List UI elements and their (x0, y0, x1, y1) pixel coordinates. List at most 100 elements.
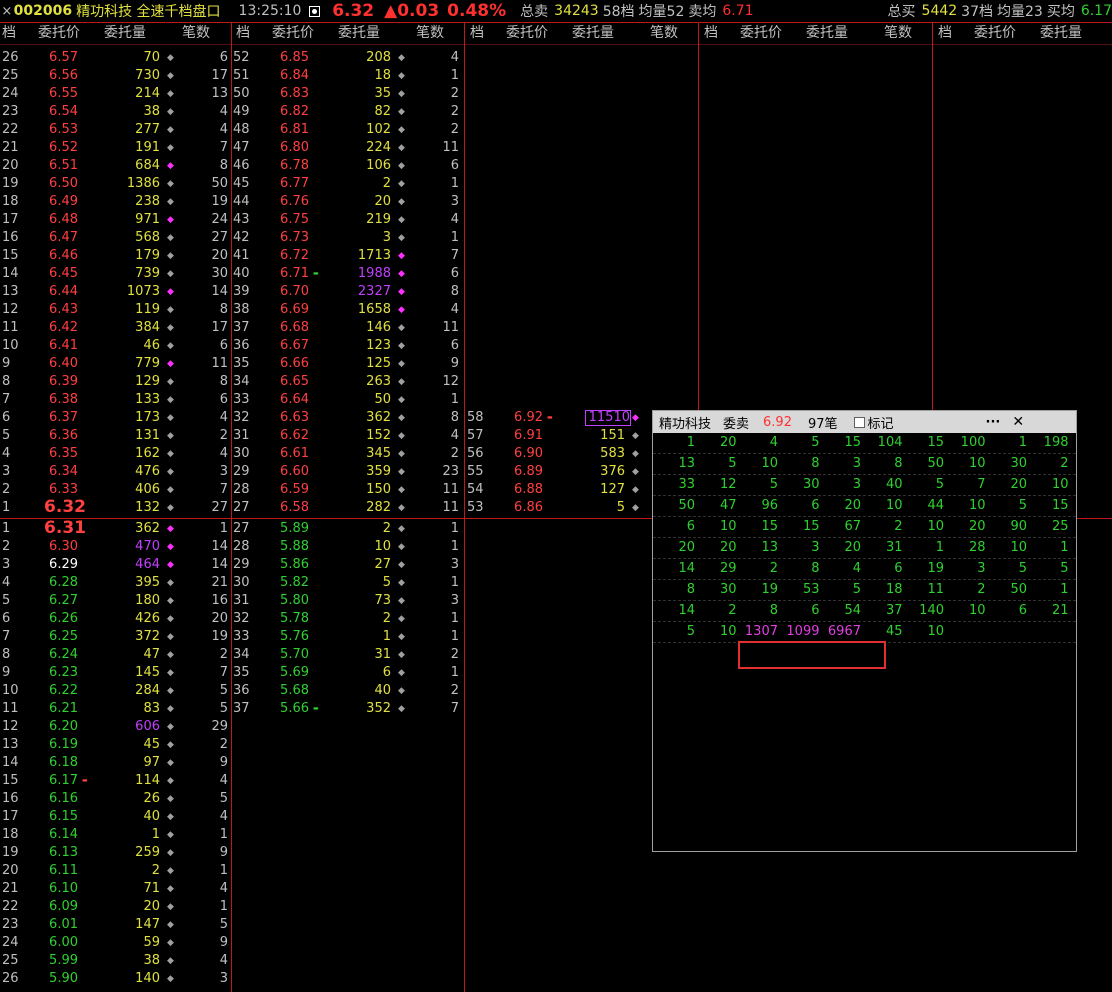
bid-row[interactable]: 10 6.22 284 ◆ 5 (2, 682, 232, 700)
detail-dot-icon[interactable]: ◆ (398, 355, 405, 373)
detail-dot-icon[interactable]: ◆ (167, 646, 174, 664)
detail-dot-icon[interactable]: ◆ (398, 463, 405, 481)
header-level[interactable]: 档 (704, 22, 718, 44)
ask-row[interactable]: 6 6.37 173 ◆ 4 (2, 409, 232, 427)
detail-dot-icon[interactable]: ◆ (167, 664, 174, 682)
header-price[interactable]: 委托价 (272, 22, 314, 44)
detail-dot-icon[interactable]: ◆ (398, 337, 405, 355)
detail-dot-icon[interactable]: ◆ (167, 898, 174, 916)
detail-dot-icon[interactable]: ◆ (398, 391, 405, 409)
ask-row[interactable]: 19 6.50 1386 ◆ 50 (2, 175, 232, 193)
detail-dot-icon[interactable]: ◆ (398, 121, 405, 139)
detail-dot-icon[interactable]: ◆ (398, 85, 405, 103)
popup-title-bar[interactable]: 精功科技 委卖 6.92 97笔 标记 ··· ✕ (653, 411, 1076, 433)
detail-dot-icon[interactable]: ◆ (167, 772, 174, 790)
detail-dot-icon[interactable]: ◆ (398, 193, 405, 211)
close-icon[interactable]: ✕ (1012, 414, 1024, 430)
order-detail-popup[interactable]: 精功科技 委卖 6.92 97笔 标记 ··· ✕ 1 20 4 5 15 104 15 10… (652, 410, 1077, 852)
detail-dot-icon[interactable]: ◆ (398, 520, 405, 538)
ask-row[interactable]: 11 6.42 384 ◆ 17 (2, 319, 232, 337)
detail-dot-icon[interactable]: ◆ (398, 247, 405, 265)
detail-dot-icon[interactable]: ◆ (167, 934, 174, 952)
detail-dot-icon[interactable]: ◆ (167, 610, 174, 628)
header-level[interactable]: 档 (470, 22, 484, 44)
bid-row[interactable]: 23 6.01 147 ◆ 5 (2, 916, 232, 934)
detail-dot-icon[interactable]: ◆ (632, 481, 639, 499)
detail-dot-icon[interactable]: ◆ (167, 952, 174, 970)
detail-dot-icon[interactable]: ◆ (167, 139, 174, 157)
bid-row[interactable]: 7 6.25 372 ◆ 19 (2, 628, 232, 646)
bid-row[interactable]: 33 5.76 1 ◆ 1 (233, 628, 463, 646)
bid-row[interactable]: 37 5.66 ▬ 352 ◆ 7 (233, 700, 463, 718)
ask-row[interactable]: 35 6.66 125 ◆ 9 (233, 355, 463, 373)
detail-dot-icon[interactable]: ◆ (632, 445, 639, 463)
detail-dot-icon[interactable]: ◆ (167, 916, 174, 934)
detail-dot-icon[interactable]: ◆ (167, 157, 174, 175)
ask-row[interactable]: 13 6.44 1073 ◆ 14 (2, 283, 232, 301)
bid-row[interactable]: 36 5.68 40 ◆ 2 (233, 682, 463, 700)
detail-dot-icon[interactable]: ◆ (398, 592, 405, 610)
ask-row[interactable]: 50 6.83 35 ◆ 2 (233, 85, 463, 103)
detail-dot-icon[interactable]: ◆ (167, 700, 174, 718)
detail-dot-icon[interactable]: ◆ (632, 499, 639, 517)
detail-dot-icon[interactable]: ◆ (167, 463, 174, 481)
detail-dot-icon[interactable]: ◆ (167, 445, 174, 463)
ask-row[interactable]: 43 6.75 219 ◆ 4 (233, 211, 463, 229)
ask-row[interactable]: 42 6.73 3 ◆ 1 (233, 229, 463, 247)
detail-dot-icon[interactable]: ◆ (398, 301, 405, 319)
ask-row[interactable]: 22 6.53 277 ◆ 4 (2, 121, 232, 139)
bid-row[interactable]: 24 6.00 59 ◆ 9 (2, 934, 232, 952)
ask-row[interactable]: 51 6.84 18 ◆ 1 (233, 67, 463, 85)
detail-dot-icon[interactable]: ◆ (398, 700, 405, 718)
ask-row[interactable]: 36 6.67 123 ◆ 6 (233, 337, 463, 355)
header-volume[interactable]: 委托量 (806, 22, 848, 44)
detail-dot-icon[interactable]: ◆ (632, 463, 639, 481)
detail-dot-icon[interactable]: ◆ (398, 610, 405, 628)
bid-row[interactable]: 34 5.70 31 ◆ 2 (233, 646, 463, 664)
mark-checkbox[interactable] (853, 416, 865, 428)
ask-row[interactable]: 23 6.54 38 ◆ 4 (2, 103, 232, 121)
header-count[interactable]: 笔数 (650, 22, 678, 44)
detail-dot-icon[interactable]: ◆ (167, 826, 174, 844)
detail-dot-icon[interactable]: ◆ (167, 844, 174, 862)
detail-dot-icon[interactable]: ◆ (167, 283, 174, 301)
ask-row[interactable]: 38 6.69 1658 ◆ 4 (233, 301, 463, 319)
detail-dot-icon[interactable]: ◆ (167, 301, 174, 319)
detail-dot-icon[interactable]: ◆ (167, 391, 174, 409)
ask-row[interactable]: 5 6.36 131 ◆ 2 (2, 427, 232, 445)
ask-row[interactable]: 16 6.47 568 ◆ 27 (2, 229, 232, 247)
ask-row[interactable]: 15 6.46 179 ◆ 20 (2, 247, 232, 265)
ask-row[interactable]: 8 6.39 129 ◆ 8 (2, 373, 232, 391)
ask-row[interactable]: 12 6.43 119 ◆ 8 (2, 301, 232, 319)
header-volume[interactable]: 委托量 (1040, 22, 1082, 44)
bid-row[interactable]: 27 5.89 2 ◆ 1 (233, 520, 463, 538)
detail-dot-icon[interactable]: ◆ (167, 556, 174, 574)
bid-row[interactable]: 6 6.26 426 ◆ 20 (2, 610, 232, 628)
detail-dot-icon[interactable]: ◆ (167, 211, 174, 229)
bid-row[interactable]: 31 5.80 73 ◆ 3 (233, 592, 463, 610)
detail-dot-icon[interactable]: ◆ (167, 592, 174, 610)
bid-row[interactable]: 22 6.09 20 ◆ 1 (2, 898, 232, 916)
ask-row[interactable]: 9 6.40 779 ◆ 11 (2, 355, 232, 373)
ask-row[interactable]: 48 6.81 102 ◆ 2 (233, 121, 463, 139)
bid-row[interactable]: 17 6.15 40 ◆ 4 (2, 808, 232, 826)
detail-dot-icon[interactable]: ◆ (398, 373, 405, 391)
detail-dot-icon[interactable]: ◆ (398, 646, 405, 664)
bid-row[interactable]: 3 6.29 464 ◆ 14 (2, 556, 232, 574)
detail-dot-icon[interactable]: ◆ (167, 862, 174, 880)
detail-dot-icon[interactable]: ◆ (398, 556, 405, 574)
detail-dot-icon[interactable]: ◆ (167, 718, 174, 736)
detail-dot-icon[interactable]: ◆ (167, 49, 174, 67)
detail-dot-icon[interactable]: ◆ (398, 229, 405, 247)
detail-dot-icon[interactable]: ◆ (167, 520, 174, 538)
header-count[interactable]: 笔数 (416, 22, 444, 44)
ask-row[interactable]: 24 6.55 214 ◆ 13 (2, 85, 232, 103)
ask-row[interactable]: 37 6.68 146 ◆ 11 (233, 319, 463, 337)
detail-dot-icon[interactable]: ◆ (167, 103, 174, 121)
detail-dot-icon[interactable]: ◆ (398, 409, 405, 427)
detail-dot-icon[interactable]: ◆ (167, 736, 174, 754)
detail-dot-icon[interactable]: ◆ (167, 265, 174, 283)
detail-dot-icon[interactable]: ◆ (398, 664, 405, 682)
ask-row[interactable]: 27 6.58 282 ◆ 11 (233, 499, 463, 517)
bid-row[interactable]: 30 5.82 5 ◆ 1 (233, 574, 463, 592)
